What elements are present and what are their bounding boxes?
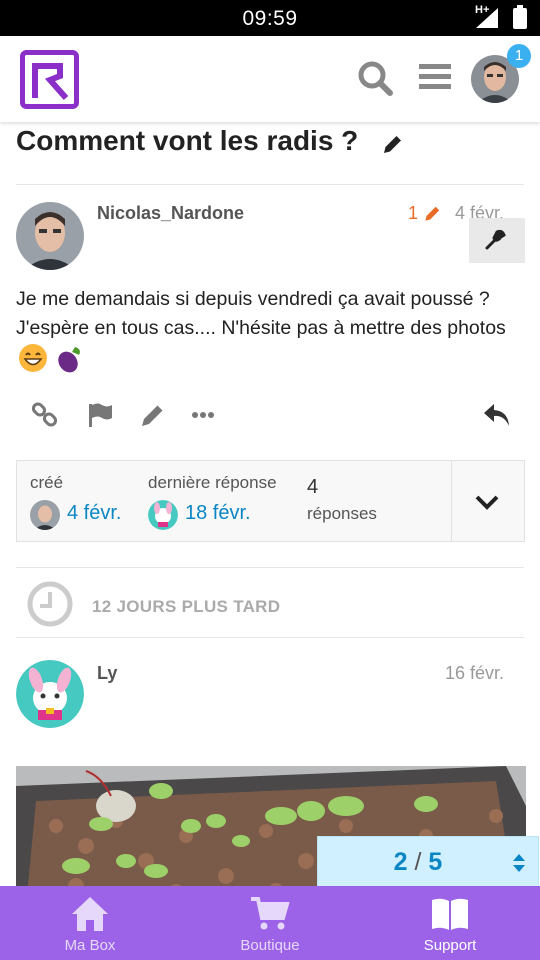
site-logo[interactable] <box>20 50 79 109</box>
edit-history-icon[interactable] <box>423 204 442 223</box>
time-gap-text: 12 JOURS PLUS TARD <box>92 597 281 616</box>
progress-current: 2 <box>393 848 408 876</box>
bottom-navigation: Ma Box Boutique Support <box>0 886 540 960</box>
created-label: créé <box>30 473 64 492</box>
last-reply-date[interactable]: 18 févr. <box>185 502 251 525</box>
app-header: 1 <box>0 36 540 122</box>
topic-title: Comment vont les radis ? <box>16 125 359 156</box>
book-icon <box>432 898 468 930</box>
notification-badge[interactable]: 1 <box>507 44 531 68</box>
cart-icon <box>251 897 290 930</box>
up-down-arrows-icon <box>513 854 525 872</box>
grinning-emoji-icon <box>19 344 47 372</box>
eggplant-emoji-icon <box>58 347 81 373</box>
divider <box>16 567 524 568</box>
nav-item-ma-box[interactable]: Ma Box <box>0 886 180 960</box>
wrench-icon <box>485 229 506 250</box>
post-author-avatar[interactable] <box>16 660 84 728</box>
share-link-icon[interactable] <box>30 400 60 430</box>
admin-wrench-button[interactable] <box>469 218 525 263</box>
clock-icon <box>27 581 73 627</box>
created-date[interactable]: 4 févr. <box>67 502 121 525</box>
last-reply-avatar[interactable] <box>148 500 178 530</box>
post-username[interactable]: Nicolas_Nardone <box>97 203 244 224</box>
status-time: 09:59 <box>242 7 298 30</box>
reply-icon[interactable] <box>482 400 512 430</box>
nav-label: Ma Box <box>64 937 116 954</box>
menu-icon[interactable] <box>418 60 452 94</box>
search-icon[interactable] <box>357 60 393 96</box>
progress-text: 2 / 5 <box>318 848 518 877</box>
progress-separator: / <box>414 848 422 876</box>
topic-map-divider <box>451 461 452 541</box>
nav-item-boutique[interactable]: Boutique <box>180 886 360 960</box>
divider <box>16 637 524 638</box>
edit-post-icon[interactable] <box>138 400 168 430</box>
post-username[interactable]: Ly <box>97 663 117 684</box>
battery-icon <box>513 5 527 29</box>
more-options-icon[interactable] <box>190 400 220 430</box>
home-icon <box>72 897 108 931</box>
nav-label: Support <box>423 937 477 954</box>
signal-icon <box>476 8 498 28</box>
edit-title-icon[interactable] <box>381 132 405 156</box>
replies-label: réponses <box>307 504 377 523</box>
nav-label: Boutique <box>240 937 300 954</box>
divider <box>16 184 524 185</box>
post-date[interactable]: 16 févr. <box>445 663 504 684</box>
post-text: Je me demandais si depuis vendredi ça av… <box>16 288 506 339</box>
status-bar: 09:59 H+ <box>0 0 540 36</box>
post-body: Je me demandais si depuis vendredi ça av… <box>16 285 526 375</box>
nav-item-support[interactable]: Support <box>360 886 540 960</box>
post-progress-indicator[interactable]: 2 / 5 <box>317 836 539 888</box>
chevron-down-icon[interactable] <box>474 489 500 515</box>
last-reply-label: dernière réponse <box>148 473 277 492</box>
edit-count[interactable]: 1 <box>408 203 418 224</box>
topic-map: créé 4 févr. dernière réponse 18 févr. 4… <box>16 460 525 542</box>
replies-count: 4 <box>307 476 319 498</box>
created-avatar[interactable] <box>30 500 60 530</box>
post-author-avatar[interactable] <box>16 202 84 270</box>
progress-total: 5 <box>428 848 443 876</box>
flag-icon[interactable] <box>86 400 116 430</box>
